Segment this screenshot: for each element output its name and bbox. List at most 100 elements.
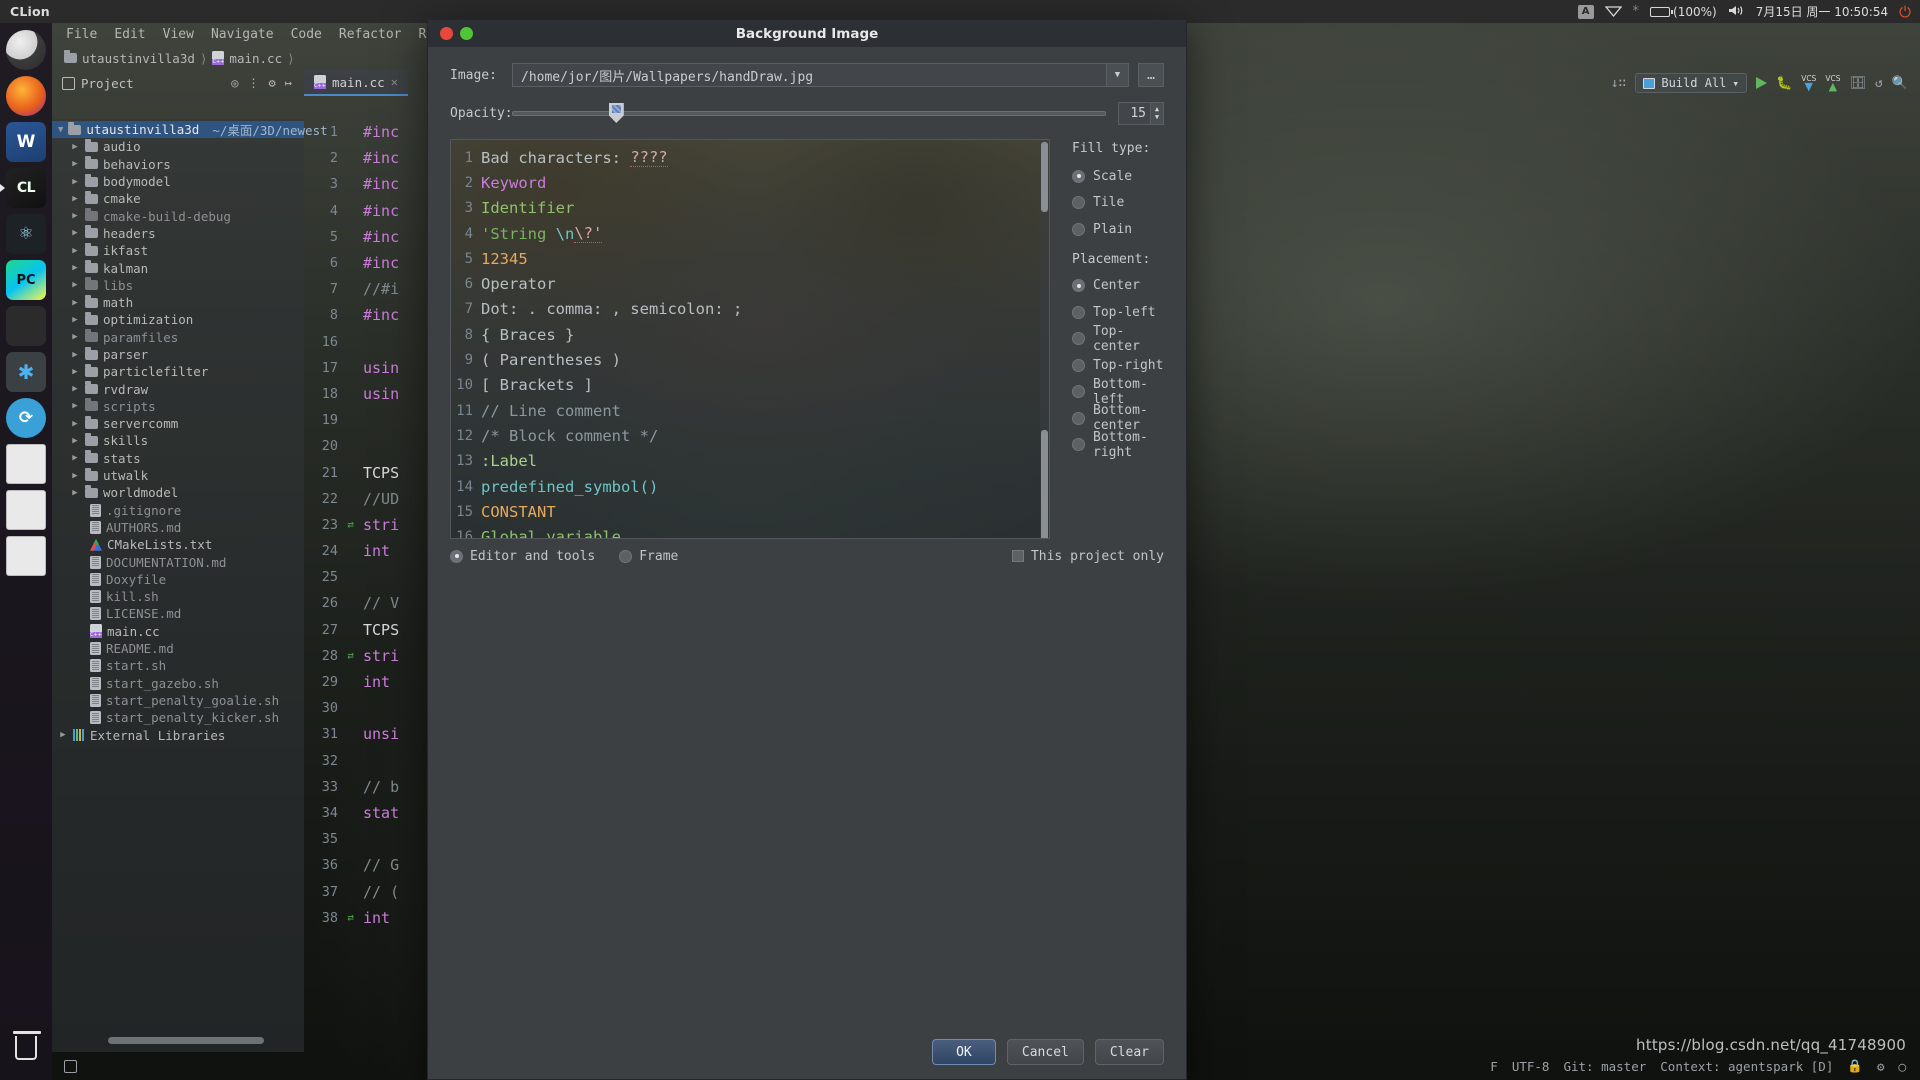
gutter-marker[interactable]: ⇄ (344, 911, 357, 924)
vcs-commit-icon[interactable]: VCS▲ (1825, 75, 1840, 91)
power-icon[interactable]: ⏻ (1899, 3, 1911, 21)
preview-scrollbar[interactable] (1040, 140, 1049, 538)
radio-frame[interactable]: Frame (619, 549, 678, 564)
wifi-icon[interactable] (1605, 4, 1622, 20)
tiles-icon[interactable] (6, 306, 46, 346)
trash-icon[interactable] (6, 1028, 46, 1068)
line-separator-status[interactable]: F (1490, 1059, 1498, 1074)
search-icon[interactable]: 🔍 (1892, 76, 1908, 91)
tree-node[interactable]: ▶audio (52, 138, 304, 155)
menu-item-navigate[interactable]: Navigate (211, 27, 274, 42)
chevron-right-icon[interactable]: ▶ (70, 298, 80, 308)
chevron-down-icon[interactable]: ▼ (1107, 63, 1129, 87)
toggle-toolwindows-icon[interactable] (64, 1060, 77, 1073)
chevron-right-icon[interactable]: ▶ (70, 453, 80, 463)
chevron-right-icon[interactable]: ▶ (70, 263, 80, 273)
tree-node[interactable]: ▶parser (52, 346, 304, 363)
tree-node[interactable]: ▶paramfiles (52, 329, 304, 346)
ok-button[interactable]: OK (932, 1039, 996, 1065)
tree-node[interactable]: AUTHORS.md (52, 519, 304, 536)
tree-node[interactable]: start_gazebo.sh (52, 675, 304, 692)
ubuntu-dash-icon[interactable] (6, 30, 46, 70)
chevron-right-icon[interactable]: ▶ (70, 367, 80, 377)
tree-node[interactable]: README.md (52, 640, 304, 657)
chevron-right-icon[interactable]: ▶ (70, 332, 80, 342)
encoding-status[interactable]: UTF-8 (1512, 1059, 1550, 1074)
tree-node[interactable]: ▶optimization (52, 311, 304, 328)
tree-node[interactable]: start_penalty_goalie.sh (52, 692, 304, 709)
git-branch-status[interactable]: Git: master (1563, 1059, 1646, 1074)
menu-item-refactor[interactable]: Refactor (339, 27, 402, 42)
chevron-right-icon[interactable]: ▶ (58, 730, 68, 740)
tree-node[interactable]: Doxyfile (52, 571, 304, 588)
gutter-marker[interactable]: ⇄ (344, 649, 357, 662)
menu-item-code[interactable]: Code (291, 27, 322, 42)
chevron-right-icon[interactable]: ▶ (70, 228, 80, 238)
tree-node[interactable]: start.sh (52, 657, 304, 674)
stepper-arrows[interactable]: ▲▼ (1150, 103, 1163, 124)
tree-node[interactable]: ▶servercomm (52, 415, 304, 432)
atom-icon[interactable]: ⚛ (6, 214, 46, 254)
radio-placement-bottom-right[interactable]: Bottom-right (1072, 432, 1164, 459)
inspection-icon[interactable]: ⚙ (1877, 1059, 1885, 1074)
chevron-right-icon[interactable]: ▶ (70, 246, 80, 256)
chevron-right-icon[interactable]: ▶ (70, 488, 80, 498)
tree-node[interactable]: ▶rvdraw (52, 380, 304, 397)
radio-fill-plain[interactable]: Plain (1072, 216, 1164, 243)
menu-item-view[interactable]: View (163, 27, 194, 42)
tree-node[interactable]: ▶ikfast (52, 242, 304, 259)
vcs-update-icon[interactable]: VCS▼ (1801, 75, 1816, 91)
collapse-all-icon[interactable]: ⋮ (248, 76, 260, 90)
slider-handle[interactable] (609, 103, 624, 123)
tree-node[interactable]: ▶utwalk (52, 467, 304, 484)
menu-item-file[interactable]: File (66, 27, 97, 42)
chevron-down-icon[interactable]: ▼ (58, 125, 63, 135)
tree-node[interactable]: ▶worldmodel (52, 484, 304, 501)
chevron-right-icon[interactable]: ▶ (70, 280, 80, 290)
opacity-slider[interactable] (512, 101, 1106, 125)
chevron-right-icon[interactable]: ▶ (70, 350, 80, 360)
breadcrumb-project[interactable]: utaustinvilla3d (82, 51, 195, 66)
undo-icon[interactable]: ↺ (1875, 76, 1883, 91)
radio-fill-tile[interactable]: Tile (1072, 190, 1164, 217)
tree-node[interactable]: CMakeLists.txt (52, 536, 304, 553)
breadcrumb-file[interactable]: main.cc (229, 51, 282, 66)
debug-icon[interactable]: 🐛 (1776, 76, 1792, 91)
word-icon[interactable]: W (6, 122, 46, 162)
browse-button[interactable]: … (1138, 63, 1164, 87)
context-status[interactable]: Context: agentspark [D] (1660, 1059, 1833, 1074)
clock[interactable]: 7月15日 周一 10:50:54 (1756, 3, 1888, 20)
vcs-history-icon[interactable]: 🗄 (1849, 76, 1866, 91)
tree-node[interactable]: ▶cmake-build-debug (52, 207, 304, 224)
file-page-3-icon[interactable] (6, 536, 46, 576)
lock-icon[interactable]: 🔒 (1847, 1058, 1863, 1074)
tree-node[interactable]: ▶libs (52, 277, 304, 294)
tree-node[interactable]: ▶headers (52, 225, 304, 242)
tree-node[interactable]: ▶scripts (52, 398, 304, 415)
chevron-right-icon[interactable]: ▶ (70, 315, 80, 325)
radio-placement-center[interactable]: Center (1072, 273, 1164, 300)
star-icon[interactable]: ✱ (6, 352, 46, 392)
tree-node[interactable]: kill.sh (52, 588, 304, 605)
image-path-input[interactable]: /home/jor/图片/Wallpapers/handDraw.jpg (512, 63, 1107, 87)
tree-node[interactable]: ▶skills (52, 432, 304, 449)
chevron-right-icon[interactable]: ▶ (70, 194, 80, 204)
update-binary-icon[interactable]: ↓∷ (1611, 76, 1627, 91)
tree-node[interactable]: ▶External Libraries (52, 726, 304, 743)
tree-node[interactable]: ▶stats (52, 450, 304, 467)
target-icon[interactable]: ◎ (231, 76, 238, 90)
tree-node[interactable]: ▶kalman (52, 259, 304, 276)
tree-node[interactable]: ▶particlefilter (52, 363, 304, 380)
firefox-icon[interactable] (6, 76, 46, 116)
tree-node[interactable]: start_penalty_kicker.sh (52, 709, 304, 726)
this-project-only-checkbox[interactable]: This project only (1012, 549, 1164, 564)
radio-placement-top-right[interactable]: Top-right (1072, 352, 1164, 379)
battery-indicator[interactable]: (100%) (1650, 5, 1717, 19)
clear-button[interactable]: Clear (1095, 1039, 1164, 1065)
tree-node[interactable]: ▶bodymodel (52, 173, 304, 190)
gutter-marker[interactable]: ⇄ (344, 518, 357, 531)
settings-gear-icon[interactable]: ⚙ (269, 76, 276, 90)
tree-node-root[interactable]: ▼ utaustinvilla3d ~/桌面/3D/newest (52, 121, 304, 138)
notifications-icon[interactable]: ◯ (1898, 1059, 1906, 1074)
menu-item-edit[interactable]: Edit (114, 27, 145, 42)
